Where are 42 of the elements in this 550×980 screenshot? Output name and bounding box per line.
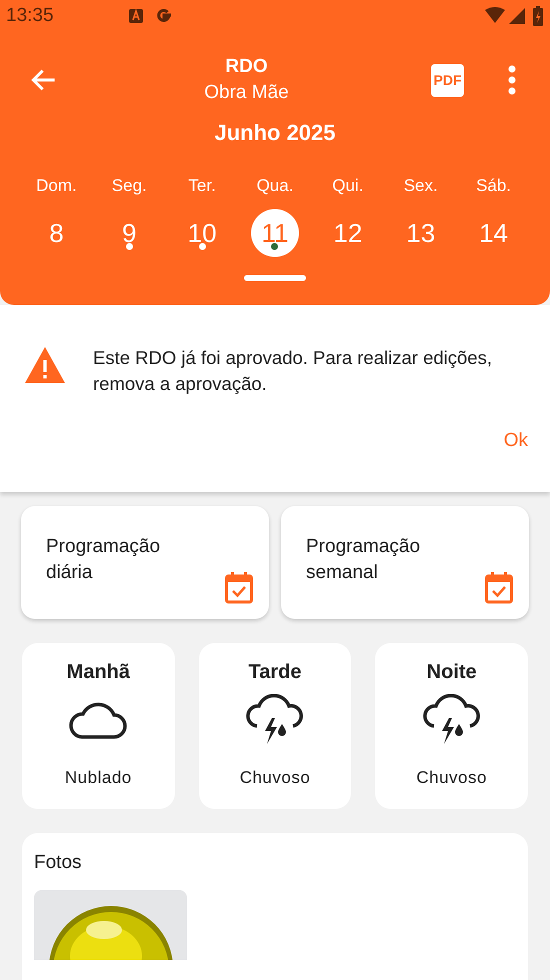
day-button[interactable]: 9 (105, 209, 154, 257)
weekday-label: Seg. (112, 175, 147, 197)
day-button[interactable]: 13 (396, 209, 445, 257)
battery-icon (532, 5, 544, 27)
weekday-label: Dom. (36, 175, 77, 197)
warning-icon (24, 346, 66, 384)
screen-subtitle: Obra Mãe (204, 81, 289, 105)
accessibility-icon (128, 8, 144, 24)
month-title: Junho 2025 (214, 119, 336, 147)
calendar-check-icon (485, 572, 513, 604)
day-button[interactable]: 10 (178, 209, 226, 257)
calendar-check-icon (225, 572, 253, 604)
more-icon (506, 64, 518, 96)
wifi-icon (484, 7, 506, 25)
weekday-label: Sáb. (476, 175, 512, 197)
banner-message: Este RDO já foi aprovado. Para realizar edições, remova a aprovação. (93, 346, 493, 396)
weekday-label: Qui. (332, 175, 364, 197)
thunderstorm-icon (244, 694, 305, 746)
ok-button[interactable]: Ok (504, 427, 528, 456)
weekday-label: Ter. (188, 175, 216, 197)
condition-label: Chuvoso (240, 767, 310, 789)
weekday-label: Sex. (404, 175, 438, 197)
photos-title: Fotos (34, 851, 83, 875)
drag-handle[interactable] (244, 275, 306, 281)
status-time: 13:35 (6, 4, 54, 28)
day-button[interactable]: 12 (324, 209, 372, 257)
period-label: Noite (426, 660, 477, 685)
signal-icon (508, 7, 526, 25)
period-label: Manhã (66, 660, 130, 685)
day-button[interactable]: 8 (32, 209, 80, 257)
day-button[interactable]: 14 (470, 209, 518, 257)
schedule-card[interactable]: Programação semanal (281, 506, 529, 619)
weekday-label: Qua. (256, 175, 294, 197)
condition-label: Nublado (64, 767, 132, 789)
schedule-card[interactable]: Programação diária (21, 506, 269, 619)
pdf-button[interactable]: PDF (431, 64, 464, 96)
period-label: Tarde (248, 660, 302, 685)
condition-label: Chuvoso (416, 767, 487, 789)
cloud-icon (68, 700, 128, 740)
thunderstorm-icon (422, 694, 482, 746)
screen-title: RDO (225, 55, 268, 79)
day-button[interactable]: 11 (250, 209, 299, 257)
